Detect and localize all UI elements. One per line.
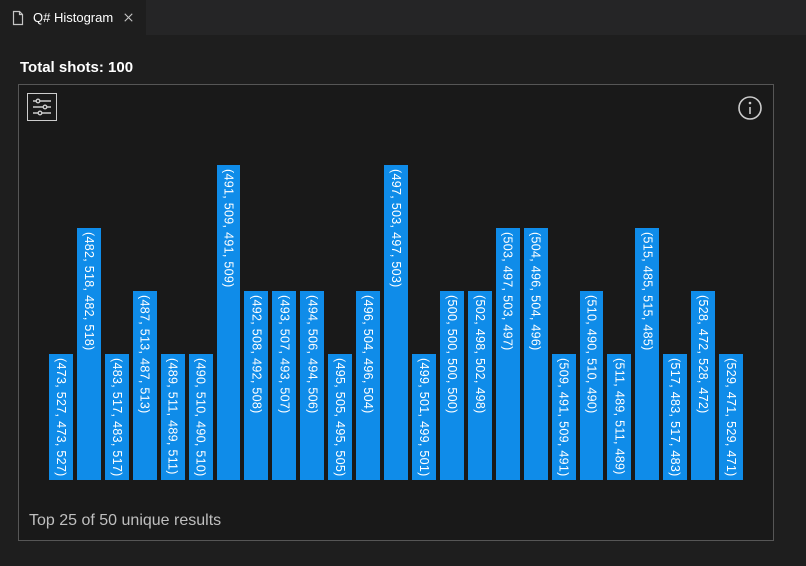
bar-label: (504, 496, 504, 496) (529, 232, 543, 351)
histogram-bar[interactable]: (515, 485, 515, 485) (635, 228, 659, 480)
bar-label: (500, 500, 500, 500) (445, 295, 459, 414)
histogram-bar[interactable]: (528, 472, 528, 472) (691, 291, 715, 480)
tab-title: Q# Histogram (33, 10, 113, 25)
histogram-bar[interactable]: (504, 496, 504, 496) (524, 228, 548, 480)
settings-button[interactable] (27, 93, 57, 121)
bar-label: (491, 509, 491, 509) (221, 169, 235, 288)
histogram-bar[interactable]: (499, 501, 499, 501) (412, 354, 436, 480)
tab-qsharp-histogram[interactable]: Q# Histogram (0, 0, 146, 35)
histogram-bar[interactable]: (495, 505, 495, 505) (328, 354, 352, 480)
histogram-bar[interactable]: (500, 500, 500, 500) (440, 291, 464, 480)
bar-label: (502, 498, 502, 498) (473, 295, 487, 414)
bar-label: (529, 471, 529, 471) (724, 358, 738, 477)
histogram-bar[interactable]: (517, 483, 517, 483) (663, 354, 687, 480)
histogram-bar[interactable]: (494, 506, 494, 506) (300, 291, 324, 480)
bar-label: (487, 513, 487, 513) (138, 295, 152, 414)
histogram-bar[interactable]: (482, 518, 482, 518) (77, 228, 101, 480)
histogram-panel: (473, 527, 473, 527) (482, 518, 482, 518)… (18, 84, 774, 541)
bar-label: (515, 485, 515, 485) (640, 232, 654, 351)
histogram-chart: (473, 527, 473, 527) (482, 518, 482, 518)… (49, 165, 743, 480)
content: Total shots: 100 (473, 527, 473, 527) (48… (0, 35, 806, 559)
histogram-bar[interactable]: (493, 507, 493, 507) (272, 291, 296, 480)
total-shots-label: Total shots: 100 (20, 59, 788, 76)
bar-label: (482, 518, 482, 518) (82, 232, 96, 351)
bar-label: (496, 504, 496, 504) (361, 295, 375, 414)
bar-label: (511, 489, 511, 489) (612, 358, 626, 475)
histogram-bar[interactable]: (497, 503, 497, 503) (384, 165, 408, 480)
bar-label: (490, 510, 490, 510) (194, 358, 208, 477)
histogram-bar[interactable]: (509, 491, 509, 491) (552, 354, 576, 480)
bar-label: (473, 527, 473, 527) (54, 358, 68, 477)
bar-label: (499, 501, 499, 501) (417, 358, 431, 477)
bar-label: (483, 517, 483, 517) (110, 358, 124, 477)
histogram-bar[interactable]: (496, 504, 496, 504) (356, 291, 380, 480)
histogram-bar[interactable]: (529, 471, 529, 471) (719, 354, 743, 480)
bar-label: (517, 483, 517, 483) (668, 358, 682, 477)
histogram-bar[interactable]: (490, 510, 490, 510) (189, 354, 213, 480)
bar-label: (494, 506, 494, 506) (305, 295, 319, 414)
info-icon[interactable] (737, 95, 763, 121)
bar-label: (497, 503, 497, 503) (389, 169, 403, 288)
bar-label: (528, 472, 528, 472) (696, 295, 710, 414)
bar-label: (503, 497, 503, 497) (501, 232, 515, 351)
file-icon (10, 10, 26, 26)
histogram-bar[interactable]: (511, 489, 511, 489) (607, 354, 631, 480)
histogram-bar[interactable]: (487, 513, 487, 513) (133, 291, 157, 480)
histogram-bar[interactable]: (473, 527, 473, 527) (49, 354, 73, 480)
histogram-bar[interactable]: (510, 490, 510, 490) (580, 291, 604, 480)
histogram-bar[interactable]: (491, 509, 491, 509) (217, 165, 241, 480)
bar-label: (493, 507, 493, 507) (277, 295, 291, 414)
close-icon[interactable] (120, 10, 136, 26)
bar-label: (489, 511, 489, 511) (166, 358, 180, 475)
histogram-bar[interactable]: (492, 508, 492, 508) (244, 291, 268, 480)
histogram-bar[interactable]: (503, 497, 503, 497) (496, 228, 520, 480)
chart-caption: Top 25 of 50 unique results (29, 512, 221, 530)
bar-label: (509, 491, 509, 491) (557, 358, 571, 477)
tab-bar: Q# Histogram (0, 0, 806, 35)
bar-label: (510, 490, 510, 490) (584, 295, 598, 414)
histogram-bar[interactable]: (483, 517, 483, 517) (105, 354, 129, 480)
histogram-bar[interactable]: (502, 498, 502, 498) (468, 291, 492, 480)
bar-label: (495, 505, 495, 505) (333, 358, 347, 477)
histogram-bar[interactable]: (489, 511, 489, 511) (161, 354, 185, 480)
bar-label: (492, 508, 492, 508) (249, 295, 263, 414)
